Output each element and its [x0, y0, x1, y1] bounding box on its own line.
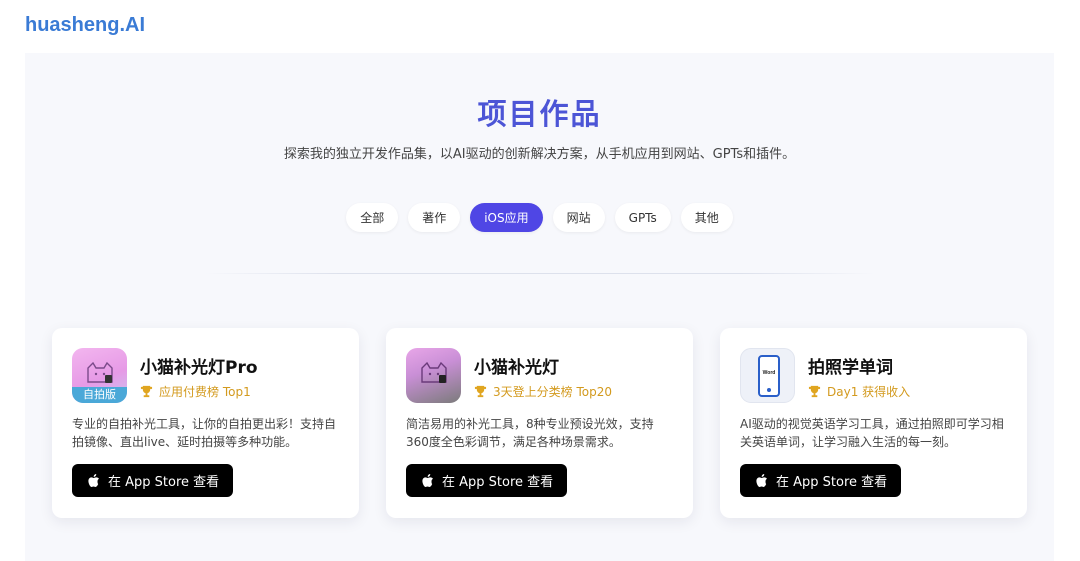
apple-icon: [756, 473, 767, 487]
badge-text: Day1 获得收入: [827, 385, 911, 399]
achievement-badge: Day1 获得收入: [808, 383, 910, 400]
card-title: 小猫补光灯: [474, 358, 559, 378]
project-card: 自拍版 小猫补光灯Pro 应用付费榜 Top1 专业的自拍补光工具，让你的自拍更…: [52, 328, 359, 518]
site-logo[interactable]: huasheng.AI: [25, 14, 145, 37]
app-store-button[interactable]: 在 App Store 查看: [72, 464, 234, 497]
card-description: 简洁易用的补光工具，8种专业预设光效，支持360度全色彩调节，满足各种场景需求。: [406, 417, 654, 449]
apple-icon: [422, 473, 433, 487]
page-title: 项目作品: [477, 97, 602, 131]
phone-icon: Word: [740, 348, 795, 403]
apple-icon: [88, 473, 99, 487]
filter-books[interactable]: 著作: [408, 203, 461, 232]
trophy-icon: [140, 385, 153, 398]
app-store-button[interactable]: 在 App Store 查看: [406, 464, 568, 497]
achievement-badge: 3天登上分类榜 Top20: [474, 383, 612, 400]
filter-gpts[interactable]: GPTs: [614, 203, 671, 232]
app-store-button-label: 在 App Store 查看: [108, 475, 220, 490]
project-card: Word 拍照学单词 Day1 获得收入 AI驱动的视觉英语学习工具，通过拍照即…: [720, 328, 1027, 518]
phone-outline: Word: [758, 355, 780, 397]
badge-text: 应用付费榜 Top1: [159, 385, 251, 399]
badge-text: 3天登上分类榜 Top20: [493, 385, 612, 399]
cat-icon: [406, 348, 461, 403]
section-divider: [205, 273, 875, 274]
app-store-button-label: 在 App Store 查看: [776, 475, 888, 490]
card-title: 拍照学单词: [808, 358, 893, 378]
achievement-badge: 应用付费榜 Top1: [140, 383, 251, 400]
filter-websites[interactable]: 网站: [552, 203, 605, 232]
phone-home-dot: [767, 388, 771, 392]
filter-other[interactable]: 其他: [680, 203, 733, 232]
card-title: 小猫补光灯Pro: [140, 358, 258, 378]
icon-ribbon: 自拍版: [72, 387, 127, 403]
trophy-icon: [474, 385, 487, 398]
card-description: 专业的自拍补光工具，让你的自拍更出彩！支持自拍镜像、直出live、延时拍摄等多种…: [72, 417, 337, 449]
cat-icon: 自拍版: [72, 348, 127, 403]
cat-face-icon: [87, 362, 113, 383]
cat-face-icon: [421, 362, 447, 383]
filter-all[interactable]: 全部: [346, 203, 399, 232]
page-subtitle: 探索我的独立开发作品集，以AI驱动的创新解决方案，从手机应用到网站、GPTs和插…: [283, 147, 796, 162]
phone-label: Word: [762, 370, 776, 376]
project-cards: 自拍版 小猫补光灯Pro 应用付费榜 Top1 专业的自拍补光工具，让你的自拍更…: [52, 328, 1027, 518]
app-store-button[interactable]: 在 App Store 查看: [740, 464, 902, 497]
card-description: AI驱动的视觉英语学习工具，通过拍照即可学习相关英语单词，让学习融入生活的每一刻…: [740, 417, 1004, 449]
filter-ios-apps[interactable]: iOS应用: [470, 203, 543, 232]
project-card: 小猫补光灯 3天登上分类榜 Top20 简洁易用的补光工具，8种专业预设光效，支…: [386, 328, 693, 518]
trophy-icon: [808, 385, 821, 398]
projects-section: 项目作品 探索我的独立开发作品集，以AI驱动的创新解决方案，从手机应用到网站、G…: [25, 53, 1054, 561]
app-store-button-label: 在 App Store 查看: [442, 475, 554, 490]
filter-tabs: 全部 著作 iOS应用 网站 GPTs 其他: [25, 203, 1054, 232]
